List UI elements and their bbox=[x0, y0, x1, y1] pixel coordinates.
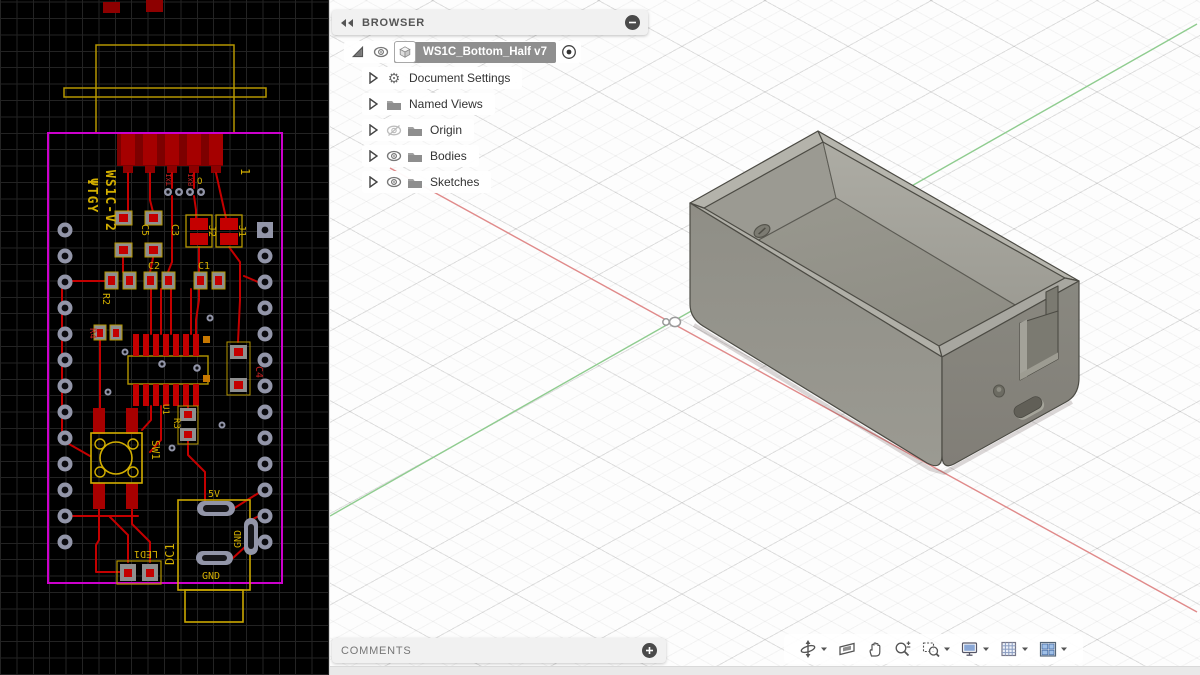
browser-item-label: Sketches bbox=[430, 175, 479, 189]
pcb-label-rxi: RXI bbox=[187, 173, 195, 186]
pcb-label-u1: U1 bbox=[160, 404, 170, 415]
pcb-label-c2: C2 bbox=[148, 261, 160, 272]
pcb-label-c1: C1 bbox=[198, 261, 210, 272]
folder-icon bbox=[407, 148, 423, 164]
orbit-button[interactable] bbox=[799, 640, 828, 658]
activate-component-radio[interactable] bbox=[561, 44, 577, 60]
browser-header[interactable]: BROWSER bbox=[332, 10, 648, 35]
pcb-label-r4: R4 bbox=[87, 328, 97, 339]
pcb-label-led1: LED1 bbox=[134, 548, 158, 559]
browser-row-sketches[interactable]: Sketches bbox=[362, 171, 491, 193]
display-settings-button[interactable] bbox=[961, 640, 990, 658]
pcb-label-r2: R2 bbox=[100, 293, 111, 305]
right-face-hole bbox=[994, 385, 1005, 397]
browser-row-document-settings[interactable]: ⚙ Document Settings bbox=[362, 67, 522, 89]
dropdown-caret-icon[interactable] bbox=[943, 646, 951, 652]
model-body[interactable] bbox=[690, 131, 1079, 466]
zoom-button[interactable] bbox=[894, 640, 912, 658]
pcb-label-board-name: WS1C-V2 bbox=[102, 170, 117, 232]
window-bottom-strip bbox=[330, 666, 1200, 675]
expand-arrow-icon[interactable] bbox=[369, 176, 378, 188]
pcb-label-gnd-side: GND bbox=[233, 530, 244, 548]
visibility-eye-icon[interactable] bbox=[386, 174, 402, 190]
pan-button[interactable] bbox=[866, 640, 884, 658]
pcb-top-pads bbox=[103, 0, 163, 13]
browser-item-label: Document Settings bbox=[409, 71, 510, 85]
browser-item-label: Named Views bbox=[409, 97, 483, 111]
pcb-label-5v: 5V bbox=[208, 489, 220, 500]
folder-icon bbox=[407, 122, 423, 138]
pcb-label-gnd-bottom: GND bbox=[202, 571, 220, 582]
pcb-label-c4: C4 bbox=[253, 366, 264, 378]
pcb-label-o: O bbox=[197, 177, 202, 187]
look-at-button[interactable] bbox=[838, 640, 856, 658]
expand-arrow-icon[interactable] bbox=[369, 150, 378, 162]
visibility-eye-icon[interactable] bbox=[386, 148, 402, 164]
browser-row-origin[interactable]: Origin bbox=[362, 119, 474, 141]
pcb-label-dc1: DC1 bbox=[163, 543, 177, 565]
pcb-label-j2: J2 bbox=[206, 225, 217, 237]
dropdown-caret-icon[interactable] bbox=[982, 646, 990, 652]
zoom-window-fit-button[interactable] bbox=[922, 640, 951, 658]
expand-comments-button[interactable] bbox=[642, 643, 657, 658]
pcb-label-pin1: 1 bbox=[238, 168, 252, 175]
visibility-eye-icon[interactable] bbox=[373, 44, 389, 60]
browser-item-label: Origin bbox=[430, 123, 462, 137]
browser-row-root[interactable]: WS1C_Bottom_Half v7 bbox=[344, 41, 581, 63]
browser-row-named-views[interactable]: Named Views bbox=[362, 93, 495, 115]
pcb-label-logo: ΨTGY bbox=[84, 178, 99, 213]
pcb-switch-sw1 bbox=[91, 408, 142, 509]
comments-title: COMMENTS bbox=[341, 645, 642, 657]
root-component-name: WS1C_Bottom_Half v7 bbox=[423, 46, 547, 58]
expand-arrow-icon[interactable] bbox=[369, 98, 378, 110]
browser-panel: BROWSER bbox=[332, 10, 648, 197]
browser-title: BROWSER bbox=[362, 17, 625, 29]
dropdown-caret-icon[interactable] bbox=[1060, 646, 1068, 652]
dropdown-caret-icon[interactable] bbox=[820, 646, 828, 652]
grid-and-snaps-button[interactable] bbox=[1000, 640, 1029, 658]
pcb-editor-panel[interactable]: WS1C-V2 ΨTGY TXI RXI O 1 C5 C3 J2 J1 C2 … bbox=[0, 0, 330, 675]
pcb-label-r3: R3 bbox=[171, 418, 181, 429]
pcb-db9-connector-outline bbox=[64, 45, 266, 133]
comments-bar[interactable]: COMMENTS bbox=[332, 638, 666, 663]
origin-marker[interactable] bbox=[663, 317, 681, 326]
pcb-label-txi: TXI bbox=[165, 173, 173, 186]
collapse-panel-icon[interactable] bbox=[340, 18, 354, 28]
pcb-label-c3: C3 bbox=[169, 224, 180, 236]
expand-arrow-icon[interactable] bbox=[369, 124, 378, 136]
dropdown-caret-icon[interactable] bbox=[1021, 646, 1029, 652]
pcb-dc1-connector bbox=[178, 500, 258, 622]
browser-item-label: Bodies bbox=[430, 149, 467, 163]
pcb-label-c5: C5 bbox=[139, 224, 150, 236]
folder-icon bbox=[386, 96, 402, 112]
component-cube-icon bbox=[394, 41, 416, 63]
navigation-toolbar bbox=[784, 634, 1083, 664]
folder-icon bbox=[407, 174, 423, 190]
visibility-eye-off-icon[interactable] bbox=[386, 122, 402, 138]
fusion360-window: WS1C-V2 ΨTGY TXI RXI O 1 C5 C3 J2 J1 C2 … bbox=[0, 0, 1200, 675]
viewports-button[interactable] bbox=[1039, 640, 1068, 658]
pcb-label-sw1: SW1 bbox=[149, 440, 162, 460]
pcb-connector-copper bbox=[117, 133, 223, 173]
expand-root-icon[interactable] bbox=[351, 45, 365, 59]
expand-arrow-icon[interactable] bbox=[369, 72, 378, 84]
minimize-browser-button[interactable] bbox=[625, 15, 640, 30]
pcb-label-j1: J1 bbox=[236, 225, 247, 237]
browser-row-bodies[interactable]: Bodies bbox=[362, 145, 479, 167]
root-component-chip[interactable]: WS1C_Bottom_Half v7 bbox=[394, 42, 556, 63]
gear-icon: ⚙ bbox=[386, 70, 402, 86]
